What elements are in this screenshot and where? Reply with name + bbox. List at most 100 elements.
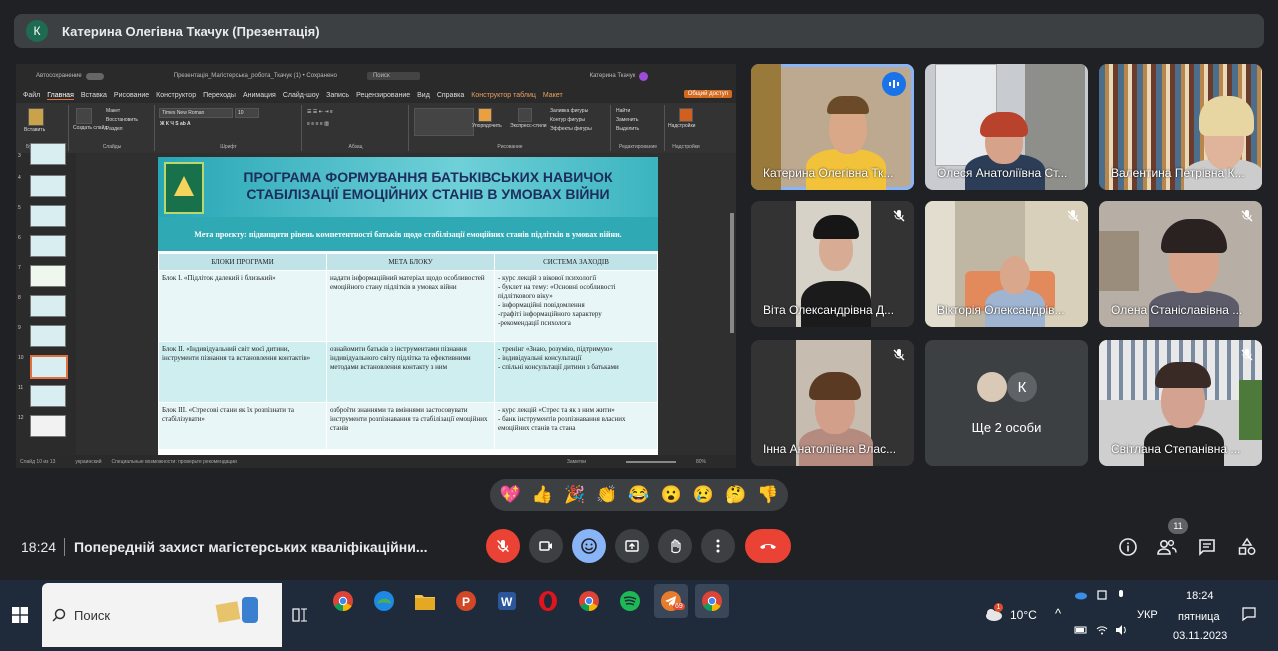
menu-layout[interactable]: Макет (543, 92, 563, 99)
addins-icon[interactable] (679, 108, 693, 122)
powerpoint-app[interactable]: P (449, 584, 483, 618)
shape-outline-button[interactable]: Контур фигуры (550, 117, 585, 123)
slide-thumb[interactable] (30, 235, 66, 257)
zoom-slider[interactable] (625, 460, 676, 463)
slide-thumb[interactable] (30, 295, 66, 317)
status-notes[interactable]: Заметки (567, 459, 586, 465)
word-app[interactable]: W (490, 584, 524, 618)
status-zoom[interactable]: 80% (696, 459, 706, 465)
participant-tile[interactable]: Інна Анатоліївна Влас... (751, 340, 914, 466)
camera-toggle-button[interactable] (529, 529, 563, 563)
find-button[interactable]: Найти (616, 108, 630, 114)
participant-tile[interactable]: Вікторія Олександрів... (925, 201, 1088, 327)
battery-icon[interactable] (1074, 625, 1088, 635)
volume-icon[interactable] (1115, 624, 1129, 636)
autosave-toggle[interactable] (85, 72, 104, 80)
participant-tile[interactable]: Олеся Анатоліївна Ст... (925, 64, 1088, 190)
raise-hand-button[interactable] (658, 529, 692, 563)
menu-home[interactable]: Главная (47, 92, 74, 100)
edge-app[interactable] (367, 584, 401, 618)
slide-scrollbar[interactable] (730, 213, 734, 333)
notifications-icon[interactable] (1241, 606, 1257, 622)
shape-fill-button[interactable]: Заливка фигуры (550, 108, 588, 114)
ppt-search[interactable]: Поиск (366, 72, 420, 80)
slide-thumb[interactable] (30, 265, 66, 287)
slide-thumb[interactable] (30, 143, 66, 165)
reset-button[interactable]: Восстановить (106, 117, 138, 123)
sad-reaction[interactable]: 😢 (693, 485, 714, 505)
explorer-app[interactable] (408, 584, 442, 618)
shape-effects-button[interactable]: Эффекты фигуры (550, 126, 592, 132)
menu-table-design[interactable]: Конструктор таблиц (471, 92, 536, 99)
arrange-icon[interactable] (478, 108, 492, 122)
chat-button[interactable] (1196, 536, 1218, 558)
mic-toggle-button[interactable] (486, 529, 520, 563)
replace-button[interactable]: Заменить (616, 117, 638, 123)
font-name-select[interactable]: Times New Roman (159, 108, 233, 118)
onedrive-icon[interactable] (1074, 590, 1088, 600)
more-participants-tile[interactable]: К Ще 2 особи (925, 340, 1088, 466)
taskbar-search[interactable]: Поиск (42, 583, 282, 647)
tray-day[interactable]: пятница (1178, 611, 1220, 623)
slide-thumb-selected[interactable] (30, 355, 68, 379)
telegram-app[interactable]: 69 (654, 584, 688, 618)
menu-file[interactable]: Файл (23, 92, 40, 99)
menu-draw[interactable]: Рисование (114, 92, 149, 99)
quick-styles-icon[interactable] (518, 108, 532, 122)
menu-insert[interactable]: Вставка (81, 92, 107, 99)
participant-tile[interactable]: Олена Станіславівна ... (1099, 201, 1262, 327)
menu-design[interactable]: Конструктор (156, 92, 196, 99)
paste-button[interactable]: Вставить (24, 127, 45, 133)
surprised-reaction[interactable]: 😮 (661, 485, 682, 505)
slide-thumb[interactable] (30, 205, 66, 227)
menu-help[interactable]: Справка (437, 92, 464, 99)
slide-thumb[interactable] (30, 385, 66, 407)
slide-thumb[interactable] (30, 325, 66, 347)
input-language[interactable]: УКР (1137, 609, 1158, 621)
leave-call-button[interactable] (745, 529, 791, 563)
participant-tile[interactable]: Світлана Степанівна ... (1099, 340, 1262, 466)
font-size-select[interactable]: 10 (235, 108, 259, 118)
arrange-button[interactable]: Упорядочить (472, 123, 502, 129)
participant-tile[interactable]: Валентина Петрівна К... (1099, 64, 1262, 190)
slide[interactable]: ПРОГРАМА ФОРМУВАННЯ БАТЬКІВСЬКИХ НАВИЧОК… (158, 157, 658, 455)
participant-tile-speaker[interactable]: Катерина Олегівна Тк... (751, 64, 914, 190)
laugh-reaction[interactable]: 😂 (628, 485, 649, 505)
device-icon[interactable] (1096, 589, 1108, 601)
opera-app[interactable] (531, 584, 565, 618)
wifi-icon[interactable] (1096, 624, 1108, 636)
windows-start-icon[interactable] (12, 607, 28, 623)
new-slide-button[interactable]: Создать слайд (73, 125, 107, 131)
status-accessibility[interactable]: Специальные возможности: проверьте реком… (111, 459, 236, 465)
task-view-icon[interactable] (292, 607, 308, 623)
align-buttons[interactable]: ≡ ≡ ≡ ≡ ▥ (307, 121, 329, 127)
menu-animation[interactable]: Анимация (243, 92, 276, 99)
present-button[interactable] (615, 529, 649, 563)
menu-slideshow[interactable]: Слайд-шоу (283, 92, 319, 99)
tray-chevron-up-icon[interactable]: ^ (1055, 606, 1061, 621)
slide-thumb[interactable] (30, 175, 66, 197)
chrome-profile-app[interactable] (572, 584, 606, 618)
ppt-user-avatar[interactable] (639, 71, 649, 81)
menu-transitions[interactable]: Переходы (203, 92, 236, 99)
activities-button[interactable] (1236, 536, 1258, 558)
select-button[interactable]: Выделить (616, 126, 639, 132)
spotify-app[interactable] (613, 584, 647, 618)
people-button[interactable] (1156, 536, 1178, 558)
new-slide-icon[interactable] (76, 108, 92, 124)
menu-review[interactable]: Рецензирование (356, 92, 410, 99)
tray-date[interactable]: 03.11.2023 (1173, 630, 1227, 642)
meeting-title[interactable]: Попередній захист магістерських кваліфік… (74, 539, 428, 555)
weather-temp[interactable]: 10°C (1010, 608, 1037, 622)
thumbs-down-reaction[interactable]: 👎 (757, 485, 778, 505)
thumbs-up-reaction[interactable]: 👍 (532, 485, 553, 505)
chrome-app[interactable] (326, 584, 360, 618)
menu-view[interactable]: Вид (417, 92, 430, 99)
participant-tile[interactable]: Віта Олександрівна Д... (751, 201, 914, 327)
reactions-button[interactable] (572, 529, 606, 563)
list-buttons[interactable]: ☰ ☰ ⇤ ⇥ ≡ (307, 109, 333, 115)
clap-reaction[interactable]: 👏 (596, 485, 617, 505)
share-button[interactable]: Общий доступ (683, 90, 732, 98)
addins-button[interactable]: Надстройки (668, 123, 695, 129)
thinking-reaction[interactable]: 🤔 (725, 485, 746, 505)
